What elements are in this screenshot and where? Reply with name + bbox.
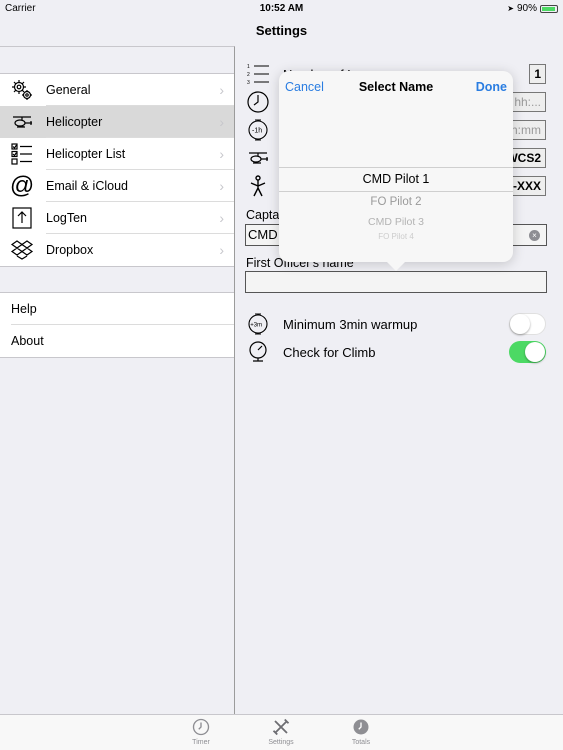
tab-label: Settings — [268, 739, 294, 746]
svg-text:3: 3 — [247, 80, 250, 86]
picker-option[interactable]: FO Pilot 2 — [279, 196, 513, 208]
tab-label: Timer — [192, 739, 210, 746]
svg-text:2: 2 — [247, 72, 250, 78]
tab-label: Totals — [351, 739, 371, 746]
dropbox-icon — [10, 238, 34, 262]
popover-header: Cancel Select Name Done — [279, 71, 513, 103]
warmup-row: +3m Minimum 3min warmup — [246, 311, 546, 337]
done-button[interactable]: Done — [476, 80, 507, 94]
status-time: 10:52 AM — [259, 3, 304, 14]
warmup-label: Minimum 3min warmup — [283, 316, 418, 332]
location-icon: ➤ — [507, 4, 514, 13]
number-of-legs-value[interactable]: 1 — [529, 64, 546, 84]
sidebar-item-email-icloud[interactable]: @ Email & iCloud › — [0, 170, 234, 202]
svg-text:-1h: -1h — [252, 128, 262, 135]
warmup-toggle[interactable] — [509, 313, 546, 335]
captain-value: CMD — [248, 227, 278, 242]
pilot-code-value[interactable]: -XXX — [507, 176, 546, 196]
climb-label: Check for Climb — [283, 344, 376, 360]
chevron-right-icon: › — [219, 82, 224, 98]
battery-percent: 90% — [516, 3, 537, 14]
sidebar-item-label: Email & iCloud — [46, 179, 128, 193]
sidebar-item-label: LogTen — [46, 211, 88, 225]
tab-timer[interactable]: Timer — [171, 717, 231, 746]
time-value-1[interactable]: hh:... — [509, 92, 546, 112]
tab-settings[interactable]: Settings — [251, 717, 311, 746]
numbered-list-icon: 1 2 3 — [246, 62, 270, 86]
sidebar-item-dropbox[interactable]: Dropbox › — [0, 234, 234, 266]
chevron-right-icon: › — [219, 146, 224, 162]
battery-icon — [540, 4, 558, 13]
sidebar-group-info: Help About — [0, 292, 234, 358]
sidebar-item-helicopter[interactable]: Helicopter › — [0, 106, 234, 138]
sidebar-item-label: About — [11, 334, 44, 348]
tab-bar: Timer Settings Totals — [0, 714, 563, 750]
nav-bar: Settings — [0, 16, 563, 46]
sidebar: General › Helicopter › Helicopter List ›… — [0, 46, 235, 714]
climb-toggle[interactable] — [509, 341, 546, 363]
watch-3min-icon: +3m — [246, 312, 270, 336]
helicopter-icon — [10, 110, 34, 134]
name-picker[interactable]: CMD Pilot 1 FO Pilot 2 CMD Pilot 3 FO Pi… — [279, 105, 513, 260]
sidebar-item-about[interactable]: About — [0, 325, 234, 357]
checklist-icon — [10, 142, 34, 166]
helicopter-icon — [246, 146, 270, 170]
sidebar-item-label: Dropbox — [46, 243, 94, 257]
gears-icon — [10, 78, 34, 102]
clear-icon[interactable]: × — [529, 230, 540, 241]
clock-icon — [246, 90, 270, 114]
sidebar-item-label: Helicopter — [46, 115, 103, 129]
watch-1h-icon: -1h — [246, 118, 270, 142]
sidebar-item-label: Helicopter List — [46, 147, 126, 161]
picker-option[interactable]: CMD Pilot 1 — [279, 172, 513, 186]
popover-arrow — [387, 262, 405, 271]
chevron-right-icon: › — [219, 210, 224, 226]
climb-row: Check for Climb — [246, 339, 546, 365]
sidebar-item-logten[interactable]: LogTen › — [0, 202, 234, 234]
sidebar-item-helicopter-list[interactable]: Helicopter List › — [0, 138, 234, 170]
wrench-screwdriver-icon — [272, 718, 290, 738]
status-bar: Carrier 10:52 AM ➤ 90% — [0, 0, 563, 16]
chevron-right-icon: › — [219, 114, 224, 130]
picker-option[interactable]: CMD Pilot 3 — [279, 216, 513, 228]
clock-icon — [192, 718, 210, 738]
svg-text:+3m: +3m — [250, 323, 262, 329]
sidebar-item-label: General — [46, 83, 91, 97]
first-officer-field[interactable] — [245, 271, 547, 293]
svg-text:1: 1 — [247, 64, 250, 70]
sidebar-item-help[interactable]: Help — [0, 293, 234, 325]
upload-icon — [10, 206, 34, 230]
select-name-popover: Cancel Select Name Done CMD Pilot 1 FO P… — [279, 71, 513, 271]
at-sign-icon: @ — [9, 172, 35, 199]
sidebar-group-main: General › Helicopter › Helicopter List ›… — [0, 73, 234, 267]
sidebar-item-label: Help — [11, 302, 37, 316]
tab-totals[interactable]: Totals — [331, 717, 391, 746]
pilot-icon — [246, 174, 270, 198]
totals-clock-icon — [352, 718, 370, 738]
chevron-right-icon: › — [219, 178, 224, 194]
gauge-icon — [246, 340, 270, 364]
status-right: ➤ 90% — [507, 3, 558, 14]
picker-option[interactable]: FO Pilot 4 — [279, 232, 513, 241]
captain-label: Capta — [246, 208, 280, 222]
page-title: Settings — [255, 23, 308, 38]
chevron-right-icon: › — [219, 242, 224, 258]
sidebar-item-general[interactable]: General › — [0, 74, 234, 106]
